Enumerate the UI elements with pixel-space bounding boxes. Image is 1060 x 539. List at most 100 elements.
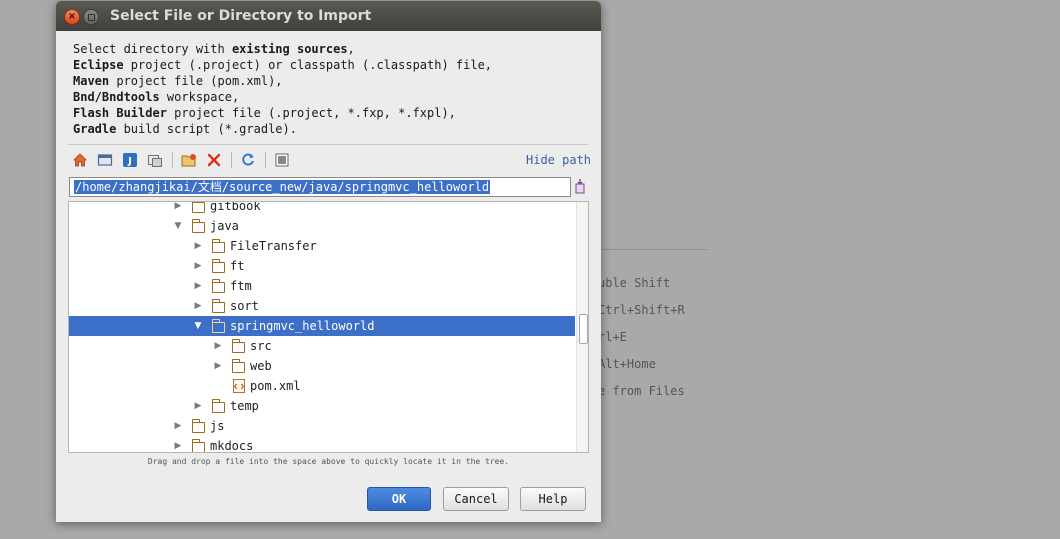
tree-scrollbar-thumb[interactable] xyxy=(579,314,588,344)
description-line: Select directory with existing sources, xyxy=(73,41,492,57)
divider xyxy=(68,144,588,145)
refresh-icon[interactable] xyxy=(238,150,258,170)
welcome-hint-drop-files: e from Files xyxy=(598,384,685,398)
description-text: Select directory with xyxy=(73,42,232,56)
description-keyword: Flash Builder xyxy=(73,106,167,120)
path-input[interactable]: /home/zhangjikai/文档/source_new/java/spri… xyxy=(69,177,571,197)
description-text: build script (*.gradle). xyxy=(116,122,297,136)
tree-row[interactable]: pom.xml xyxy=(69,376,575,396)
folder-icon xyxy=(211,259,225,273)
description-text: , xyxy=(347,42,355,56)
description-keyword: Eclipse xyxy=(73,58,124,72)
tree-row-label: web xyxy=(250,359,272,373)
tree-row[interactable]: ▶ src xyxy=(69,336,575,356)
tree-scrollbar[interactable] xyxy=(576,202,588,452)
tree-row-label: pom.xml xyxy=(250,379,301,393)
folder-icon xyxy=(191,439,205,452)
collapsed-arrow-icon[interactable]: ▶ xyxy=(173,441,183,451)
tree-row[interactable]: ▶ web xyxy=(69,356,575,376)
folder-icon xyxy=(191,219,205,233)
svg-text:J: J xyxy=(127,156,132,167)
description-text: project file (.project, *.fxp, *.fxpl), xyxy=(166,106,456,120)
ok-button[interactable]: OK xyxy=(367,487,431,511)
dialog-title: Select File or Directory to Import xyxy=(110,8,372,24)
tree-row-label: temp xyxy=(230,399,259,413)
description-text: project file (pom.xml), xyxy=(109,74,283,88)
expanded-arrow-icon[interactable]: ▼ xyxy=(193,321,203,331)
description-line: Gradle build script (*.gradle). xyxy=(73,121,492,137)
tree-row[interactable]: ▶ temp xyxy=(69,396,575,416)
description-line: Maven project file (pom.xml), xyxy=(73,73,492,89)
description-line: Eclipse project (.project) or classpath … xyxy=(73,57,492,73)
tree-row[interactable]: ▶ ftm xyxy=(69,276,575,296)
description-line: Bnd/Bndtools workspace, xyxy=(73,89,492,105)
toolbar-separator xyxy=(265,152,266,168)
folder-icon xyxy=(211,279,225,293)
close-icon[interactable]: × xyxy=(64,9,80,25)
show-hidden-icon[interactable] xyxy=(272,150,292,170)
description-text: project (.project) or classpath (.classp… xyxy=(123,58,493,72)
welcome-hint-recent-files: rl+E xyxy=(598,330,627,344)
welcome-hint-navigation-bar: Alt+Home xyxy=(598,357,656,371)
collapsed-arrow-icon[interactable]: ▶ xyxy=(193,241,203,251)
folder-icon xyxy=(191,419,205,433)
tree-row[interactable]: ▶ mkdocs xyxy=(69,436,575,453)
tree-row[interactable]: ▶ FileTransfer xyxy=(69,236,575,256)
path-input-value: /home/zhangjikai/文档/source_new/java/spri… xyxy=(74,180,491,194)
collapsed-arrow-icon[interactable]: ▶ xyxy=(213,341,223,351)
delete-icon[interactable] xyxy=(204,150,224,170)
xml-file-icon xyxy=(233,379,245,393)
folder-icon xyxy=(191,202,205,213)
module-icon[interactable] xyxy=(145,150,165,170)
collapsed-arrow-icon[interactable]: ▶ xyxy=(173,202,183,211)
folder-icon xyxy=(231,339,245,353)
toolbar-separator xyxy=(172,152,173,168)
folder-icon xyxy=(211,239,225,253)
home-icon[interactable] xyxy=(70,150,90,170)
folder-icon xyxy=(211,319,225,333)
cancel-button[interactable]: Cancel xyxy=(443,487,509,511)
tree-row-label: mkdocs xyxy=(210,439,254,453)
help-button[interactable]: Help xyxy=(520,487,586,511)
tree-row[interactable]: ▶ sort xyxy=(69,296,575,316)
description-keyword: Bnd/Bndtools xyxy=(73,90,160,104)
description-keyword: Maven xyxy=(73,74,110,88)
file-tree[interactable]: ▶ gitbook ▼ java ▶ FileTransfer ▶ ft ▶ ftm ▶ sort ▼ s… xyxy=(68,201,589,453)
restore-icon[interactable] xyxy=(83,9,99,25)
dialog-titlebar[interactable]: × Select File or Directory to Import xyxy=(56,1,601,31)
project-icon[interactable]: J xyxy=(120,150,140,170)
welcome-hint-go-to-file: Ctrl+Shift+R xyxy=(598,303,685,317)
folder-icon xyxy=(211,399,225,413)
folder-icon xyxy=(231,359,245,373)
desktop-icon[interactable] xyxy=(95,150,115,170)
drag-drop-hint: Drag and drop a file into the space abov… xyxy=(147,457,510,466)
collapsed-arrow-icon[interactable]: ▶ xyxy=(173,421,183,431)
tree-row-label: ft xyxy=(230,259,245,273)
description-keyword: existing sources xyxy=(231,42,348,56)
path-history-icon[interactable] xyxy=(573,178,587,196)
description-text: workspace, xyxy=(159,90,240,104)
expanded-arrow-icon[interactable]: ▼ xyxy=(173,221,183,231)
collapsed-arrow-icon[interactable]: ▶ xyxy=(193,281,203,291)
import-dialog: × Select File or Directory to Import Sel… xyxy=(56,1,601,522)
file-chooser-toolbar: J xyxy=(70,150,297,170)
tree-row[interactable]: ▶ ft xyxy=(69,256,575,276)
collapsed-arrow-icon[interactable]: ▶ xyxy=(193,301,203,311)
hide-path-link[interactable]: Hide path xyxy=(526,153,591,167)
welcome-hint-search-everywhere: uble Shift xyxy=(598,276,671,290)
tree-row[interactable]: ▼ java xyxy=(69,216,575,236)
dialog-description: Select directory with existing sources, E… xyxy=(73,41,492,137)
tree-row-label: js xyxy=(210,419,225,433)
tree-row-label: java xyxy=(210,219,239,233)
tree-row[interactable]: ▶ js xyxy=(69,416,575,436)
collapsed-arrow-icon[interactable]: ▶ xyxy=(193,261,203,271)
tree-row[interactable]: ▼ springmvc_helloworld xyxy=(69,316,575,336)
description-line: Flash Builder project file (.project, *.… xyxy=(73,105,492,121)
collapsed-arrow-icon[interactable]: ▶ xyxy=(193,401,203,411)
tree-row-label: springmvc_helloworld xyxy=(230,319,375,333)
tree-row[interactable]: ▶ gitbook xyxy=(69,202,575,216)
new-folder-icon[interactable] xyxy=(179,150,199,170)
tree-row-label: FileTransfer xyxy=(230,239,317,253)
collapsed-arrow-icon[interactable]: ▶ xyxy=(213,361,223,371)
welcome-divider xyxy=(602,249,707,250)
